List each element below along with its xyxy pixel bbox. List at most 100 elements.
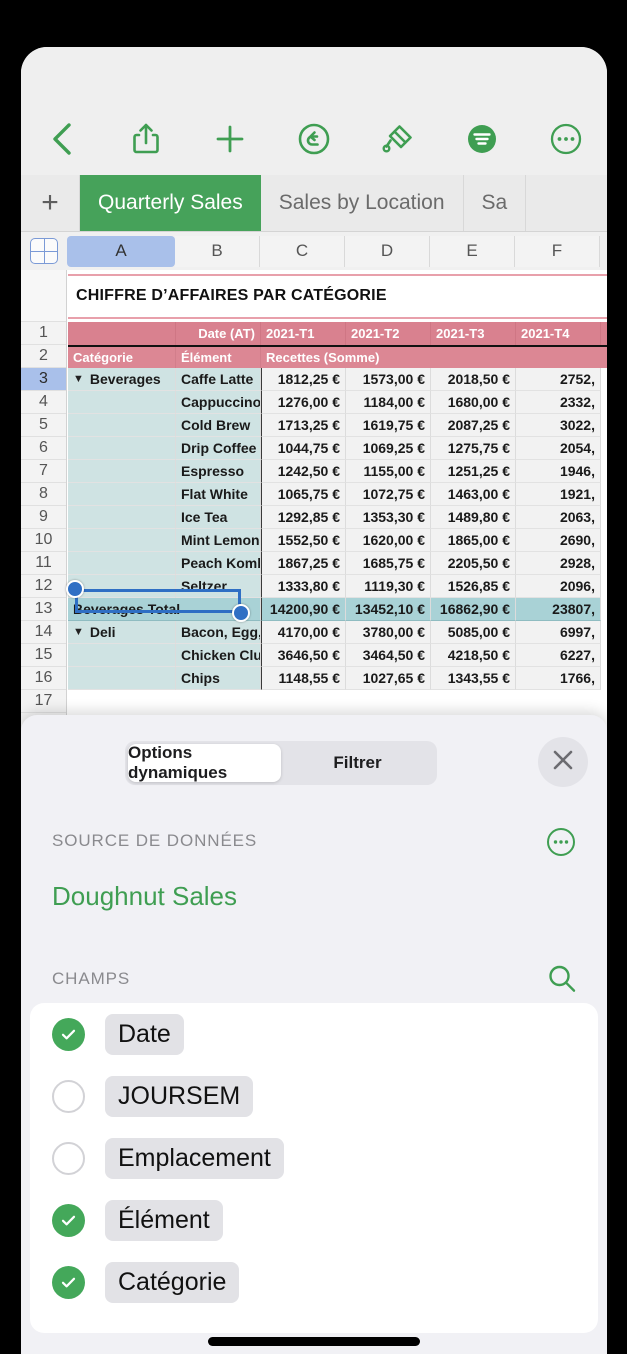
cell-category[interactable] [68,529,176,552]
cell-value-t1[interactable]: 1044,75 € [261,437,346,460]
cell-item[interactable]: Chips [176,667,261,690]
cell-item[interactable]: Chicken Club [176,644,261,667]
column-header-e[interactable]: E [430,235,515,267]
fields-search-button[interactable] [546,963,578,995]
cell-value-t2[interactable]: 1119,30 € [346,575,431,598]
disclosure-triangle-icon[interactable]: ▼ [73,373,84,385]
cell-value-t4[interactable]: 1946, [516,460,601,483]
more-button[interactable] [539,117,593,165]
cell-item[interactable]: Drip Coffee [176,437,261,460]
cell-value-t3[interactable]: 2087,25 € [431,414,516,437]
table-row[interactable]: Beverages Total 14200,90 €13452,10 €16862… [68,598,607,621]
spreadsheet-grid[interactable]: 1 2 3 4 5 6 7 8 9 10 11 12 13 14 15 16 17 CHIFFRE D’AFFA… [21,270,607,760]
cell-value-t2[interactable]: 13452,10 € [346,598,431,621]
cell-item[interactable]: Peach Kombucha [176,552,261,575]
cell-category[interactable] [68,483,176,506]
cell-category[interactable] [68,644,176,667]
table-row[interactable]: Cold Brew 1713,25 €1619,75 €2087,25 €3022… [68,414,607,437]
checkbox-checked-icon[interactable] [52,1017,85,1051]
cell-value-t2[interactable]: 1573,00 € [346,368,431,391]
cell-value-t4[interactable]: 1921, [516,483,601,506]
table-row[interactable]: Ice Tea 1292,85 €1353,30 €1489,80 €2063, [68,506,607,529]
row-header-15[interactable]: 15 [21,644,66,667]
cell-value-t2[interactable]: 1184,00 € [346,391,431,414]
selection-handle-end[interactable] [232,604,250,622]
cell-value-t4[interactable]: 2928, [516,552,601,575]
row-header-14[interactable]: 14 [21,621,66,644]
row-header-7[interactable]: 7 [21,460,66,483]
table-row[interactable]: Peach Kombucha1867,25 €1685,75 €2205,50 … [68,552,607,575]
cell-value-t4[interactable]: 2096, [516,575,601,598]
add-sheet-button[interactable]: + [21,175,80,231]
row-header-11[interactable]: 11 [21,552,66,575]
checkbox-checked-icon[interactable] [52,1203,85,1237]
field-row-date[interactable]: Date [30,1003,598,1065]
row-header-4[interactable]: 4 [21,391,66,414]
cell-value-t4[interactable]: 2063, [516,506,601,529]
cell-value-t2[interactable]: 1620,00 € [346,529,431,552]
cell-category[interactable]: ▼ Deli [68,621,176,644]
field-row-joursem[interactable]: JOURSEM [30,1065,598,1127]
sheet-tab-sales-by-location[interactable]: Sales by Location [261,175,464,231]
cell-category[interactable] [68,506,176,529]
cell-value-t2[interactable]: 1353,30 € [346,506,431,529]
checkbox-unchecked-icon[interactable] [52,1079,85,1113]
data-source-more-button[interactable] [546,827,576,857]
disclosure-triangle-icon[interactable]: ▼ [73,626,84,638]
cell-value-t1[interactable]: 1867,25 € [261,552,346,575]
table-row[interactable]: Flat White 1065,75 €1072,75 €1463,00 €192… [68,483,607,506]
field-row-cat-gorie[interactable]: Catégorie [30,1251,598,1313]
field-row--l-ment[interactable]: Élément [30,1189,598,1251]
cell-value-t3[interactable]: 16862,90 € [431,598,516,621]
cell-item[interactable]: Mint Lemonade [176,529,261,552]
cell-item[interactable]: Espresso [176,460,261,483]
column-header-a[interactable]: A [67,235,175,267]
cell-value-t2[interactable]: 1069,25 € [346,437,431,460]
row-header-12[interactable]: 12 [21,575,66,598]
cell-category[interactable]: ▼ Beverages [68,368,176,391]
cell-value-t3[interactable]: 1865,00 € [431,529,516,552]
table-row[interactable]: Chicken Club3646,50 €3464,50 €4218,50 €6… [68,644,607,667]
cell-value-t1[interactable]: 3646,50 € [261,644,346,667]
cell-value-t1[interactable]: 1276,00 € [261,391,346,414]
cell-value-t1[interactable]: 1333,80 € [261,575,346,598]
cell-value-t1[interactable]: 1812,25 € [261,368,346,391]
column-header-c[interactable]: C [260,235,345,267]
cell-category[interactable] [68,552,176,575]
row-header-8[interactable]: 8 [21,483,66,506]
table-row[interactable]: Drip Coffee 1044,75 €1069,25 €1275,75 €20… [68,437,607,460]
cell-item[interactable]: Seltzer [176,575,261,598]
cell-category[interactable] [68,460,176,483]
column-header-f[interactable]: F [515,235,600,267]
cell-value-t2[interactable]: 1072,75 € [346,483,431,506]
row-header-1[interactable]: 1 [21,322,66,345]
cell-value-t1[interactable]: 1713,25 € [261,414,346,437]
table-row[interactable]: Cappuccino 1276,00 €1184,00 €1680,00 €233… [68,391,607,414]
cell-value-t4[interactable]: 2054, [516,437,601,460]
cell-value-t2[interactable]: 3780,00 € [346,621,431,644]
cell-item[interactable]: Flat White [176,483,261,506]
cell-value-t1[interactable]: 4170,00 € [261,621,346,644]
cell-category[interactable] [68,667,176,690]
back-button[interactable] [35,117,89,165]
row-header-9[interactable]: 9 [21,506,66,529]
row-header-16[interactable]: 16 [21,667,66,690]
table-row[interactable]: ▼ Beverages Caffe Latte 1812,25 €1573,00 €2… [68,368,607,391]
sheet-tab-partial[interactable]: Sa [464,175,527,231]
organize-button[interactable] [455,117,509,165]
format-button[interactable] [371,117,425,165]
table-row[interactable]: ▼ Deli Bacon, Egg, Cheese4170,00 €3780,00 … [68,621,607,644]
sheet-tab-quarterly-sales[interactable]: Quarterly Sales [80,175,261,231]
row-header-10[interactable]: 10 [21,529,66,552]
row-header-3[interactable]: 3 [21,368,66,391]
table-row[interactable]: Chips 1148,55 €1027,65 €1343,55 €1766, [68,667,607,690]
cell-value-t3[interactable]: 2205,50 € [431,552,516,575]
selection-handle-start[interactable] [66,580,84,598]
cell-category[interactable] [68,391,176,414]
cell-category[interactable] [68,575,176,598]
checkbox-checked-icon[interactable] [52,1265,85,1299]
cell-value-t4[interactable]: 6997, [516,621,601,644]
cell-item[interactable]: Cappuccino [176,391,261,414]
cell-value-t3[interactable]: 5085,00 € [431,621,516,644]
row-header-13[interactable]: 13 [21,598,66,621]
